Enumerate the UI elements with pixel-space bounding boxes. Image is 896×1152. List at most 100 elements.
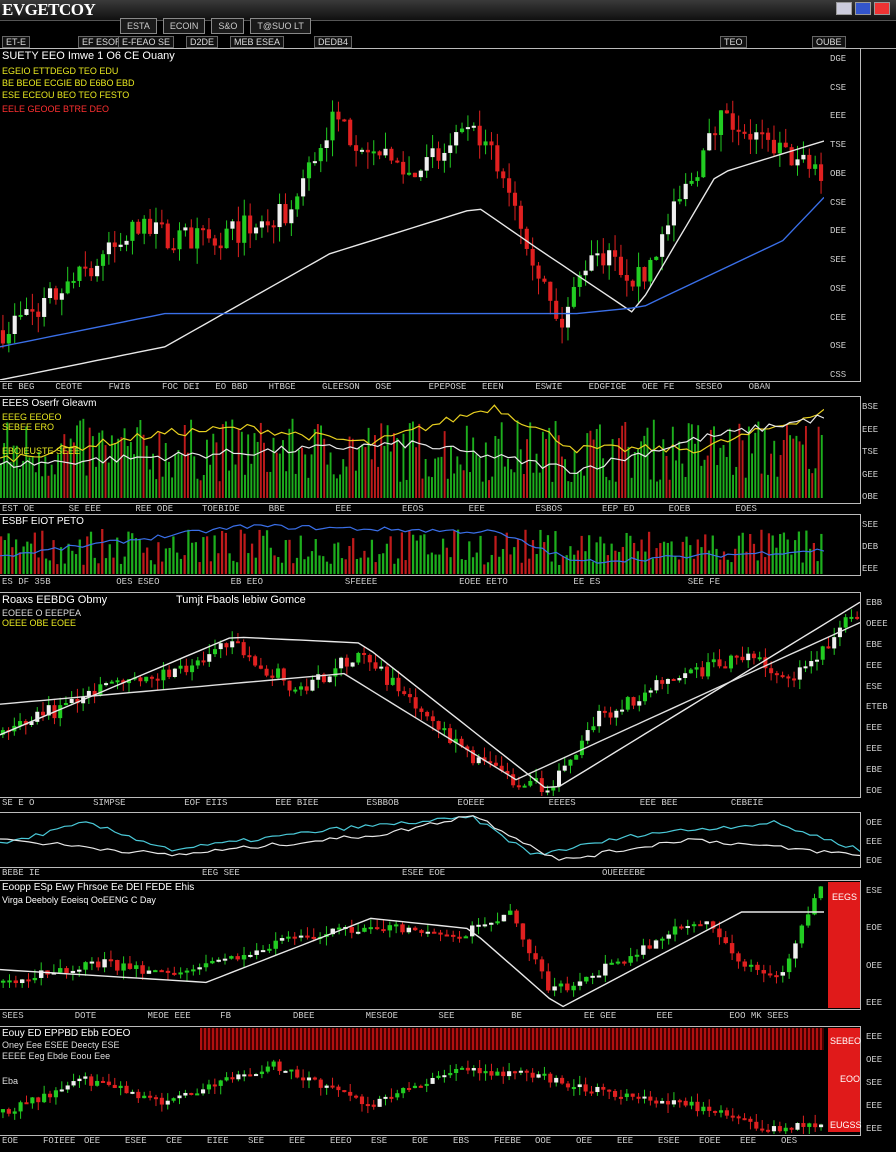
panel1-x-tick: CEOTE — [55, 382, 83, 392]
volume-bar — [551, 481, 554, 498]
volume-bar — [340, 558, 344, 574]
volume-bar — [471, 557, 475, 574]
panel1-legend-0: EGEIO ETTDEGD TEO EDU — [2, 66, 119, 76]
candle-body — [109, 681, 114, 684]
volume-bar — [265, 530, 269, 574]
volume-bar — [408, 530, 411, 574]
candle-body — [146, 970, 152, 974]
panel6-title: Eoopp ESp Ewy Fhrsoe Ee DEI FEDE Ehis — [2, 882, 195, 893]
volume-bar — [323, 438, 326, 498]
volume-bar — [636, 551, 639, 574]
candle-body — [615, 961, 621, 964]
candle-body — [241, 642, 246, 656]
candle-body — [630, 1093, 635, 1097]
moving-average-line — [0, 621, 860, 781]
volume-bar — [6, 422, 9, 498]
candle-body — [242, 1074, 247, 1077]
candle-body — [459, 1067, 465, 1070]
candle-body — [197, 967, 202, 970]
volume-bar — [696, 539, 699, 574]
candle-body — [18, 1102, 23, 1112]
candle-body — [0, 330, 6, 344]
volume-chart-3[interactable] — [0, 514, 824, 574]
volume-bar — [50, 464, 53, 498]
candle-body — [153, 970, 158, 973]
panel3-x-tick: ES DF 35B — [2, 577, 51, 587]
panel6-x-tick: EEE — [656, 1011, 673, 1021]
panel7-x-tick: OEE — [84, 1136, 101, 1146]
candle-body — [242, 215, 247, 243]
candle-body — [32, 977, 38, 981]
candle-body — [795, 1123, 800, 1130]
candle-body — [200, 228, 206, 231]
toolbar-item-2[interactable]: E-FEAO SE — [118, 36, 175, 48]
toolbar-item-4[interactable]: MEB ESEA — [230, 36, 285, 48]
candle-body — [77, 969, 82, 972]
candle-body — [489, 922, 494, 925]
candle-body — [533, 953, 538, 960]
candle-body — [89, 1076, 94, 1086]
candle-body — [118, 244, 123, 247]
candle-body — [348, 1091, 353, 1096]
price-chart-7[interactable] — [0, 1026, 824, 1134]
candle-body — [748, 964, 754, 967]
candle-body — [761, 970, 767, 974]
panel7-x-tick: EBS — [453, 1136, 470, 1146]
volume-bar — [497, 438, 500, 498]
volume-bar — [63, 434, 66, 498]
toolbar-item-3[interactable]: D2DE — [186, 36, 219, 48]
candle-body — [442, 728, 447, 731]
volume-bar — [722, 445, 725, 498]
candle-body — [672, 926, 678, 935]
close-icon[interactable] — [874, 2, 890, 15]
oscillator-chart-2[interactable] — [0, 396, 824, 502]
toolbar-item-0[interactable]: ET-E — [2, 36, 31, 48]
price-chart-4[interactable] — [0, 592, 860, 796]
candle-body — [264, 668, 269, 676]
panel2-x-tick: EEE — [335, 504, 352, 514]
candle-body — [83, 266, 88, 269]
candle-body — [36, 1097, 41, 1103]
volume-bar — [579, 470, 582, 498]
candle-body — [700, 667, 705, 677]
volume-bar — [277, 557, 280, 574]
candle-body — [689, 180, 694, 184]
volume-bar — [747, 426, 750, 498]
candle-body — [755, 964, 760, 971]
volume-bar — [243, 533, 246, 574]
candle-body — [292, 936, 297, 939]
candle-body — [53, 1090, 58, 1098]
candle-body — [685, 926, 690, 929]
candle-body — [718, 110, 724, 135]
tab-0[interactable]: ESTA — [120, 18, 157, 34]
candle-body — [89, 268, 94, 277]
candle-body — [542, 1073, 547, 1076]
volume-bar — [468, 541, 471, 574]
candle-body — [583, 270, 588, 276]
candle-body — [19, 979, 25, 984]
volume-bar — [460, 559, 463, 574]
toolbar-item-7[interactable]: OUBE — [812, 36, 846, 48]
tab-3[interactable]: T@SUO LT — [250, 18, 311, 34]
toolbar-item-5[interactable]: DEDB4 — [314, 36, 353, 48]
flag-icon[interactable] — [836, 2, 852, 15]
volume-bar — [146, 547, 149, 574]
volume-bar — [402, 433, 405, 498]
indicator-chart-5[interactable] — [0, 812, 860, 866]
tab-1[interactable]: ECOIN — [162, 18, 206, 34]
tab-2[interactable]: S&O — [211, 18, 245, 34]
panel7-x-tick: EEE — [289, 1136, 306, 1146]
candle-body — [57, 968, 63, 973]
panel2-y-tick: GEE — [862, 469, 879, 480]
volume-bar — [237, 428, 240, 498]
volume-bar — [307, 477, 310, 498]
toolbar-item-6[interactable]: TEO — [720, 36, 747, 48]
candle-body — [454, 1069, 459, 1073]
flag-icon-2[interactable] — [855, 2, 871, 15]
panel1-y-tick: CSE — [830, 82, 847, 93]
candle-body — [631, 697, 636, 706]
volume-bar — [795, 435, 798, 498]
panel7-badge-1: EOO — [840, 1074, 861, 1084]
candle-body — [159, 222, 164, 225]
candle-body — [100, 1080, 106, 1083]
